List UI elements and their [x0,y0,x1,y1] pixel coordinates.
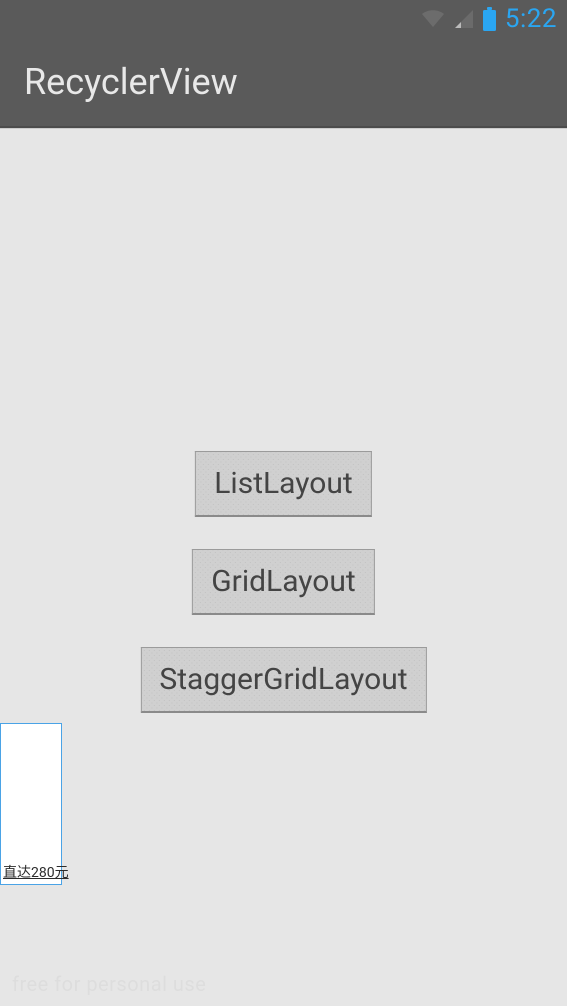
status-bar: 5:22 [0,0,567,38]
action-bar: RecyclerView [0,38,567,128]
status-time: 5:22 [505,4,557,34]
stagger-grid-layout-button[interactable]: StaggerGridLayout [140,647,426,713]
content-area: ListLayout GridLayout StaggerGridLayout … [0,128,567,1006]
watermark-text: free for personal use [12,972,206,996]
overlay-ad-box[interactable]: 直达280元 [0,723,62,885]
page-title: RecyclerView [24,61,238,103]
battery-icon [482,7,497,31]
list-layout-button[interactable]: ListLayout [195,451,371,517]
button-stack: ListLayout GridLayout StaggerGridLayout [140,451,426,713]
overlay-ad-text: 直达280元 [1,862,69,884]
signal-icon [454,9,474,29]
wifi-icon [420,9,446,29]
grid-layout-button[interactable]: GridLayout [192,549,375,615]
